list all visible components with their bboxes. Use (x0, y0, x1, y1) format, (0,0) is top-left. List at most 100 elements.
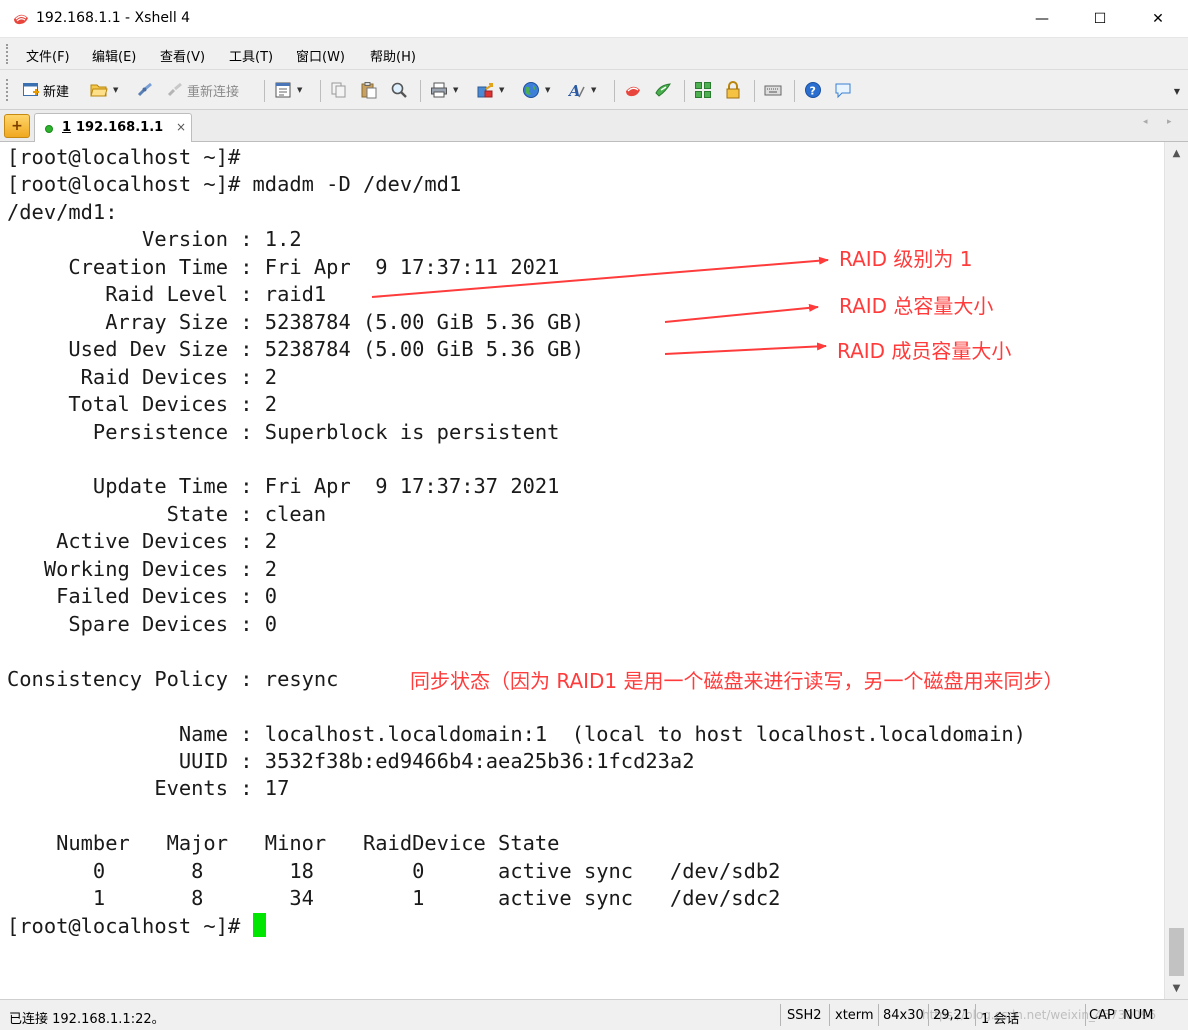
terminal-line: Failed Devices : 0 (7, 584, 278, 609)
connected-status-icon (45, 125, 53, 133)
terminal-line: ​ (7, 693, 1026, 720)
menu-window[interactable]: 窗口(W) (296, 46, 345, 65)
chat-bubble-icon (835, 83, 851, 99)
tab-scroll-right-icon[interactable]: ▸ (1167, 117, 1172, 127)
svg-text:?: ? (810, 85, 816, 98)
scroll-thumb[interactable] (1169, 928, 1184, 976)
transfer-button[interactable]: ▼ (476, 79, 504, 101)
tab-label: 192.168.1.1 (76, 120, 164, 135)
scroll-up-button[interactable]: ▲ (1165, 142, 1188, 164)
print-dropdown-icon[interactable]: ▼ (453, 86, 458, 94)
toolbar-separator (754, 80, 755, 102)
add-tab-button[interactable]: + (4, 114, 30, 138)
terminal-line: Raid Devices : 2 (7, 364, 278, 389)
terminal-cursor (252, 912, 266, 937)
open-session-button[interactable]: ▼ (90, 79, 118, 101)
tab-bar: + 1 192.168.1.1 × ◂ ▸ (0, 110, 1188, 142)
plus-icon: + (11, 118, 23, 134)
script-button[interactable]: ▼ (522, 79, 550, 101)
terminal-line: Events : 17 (7, 776, 290, 801)
properties-icon (275, 82, 291, 98)
toolbar-separator (794, 80, 795, 102)
terminal-line: UUID : 3532f38b:ed9466b4:aea25b36:1fcd23… (7, 748, 695, 773)
menu-help[interactable]: 帮助(H) (370, 46, 416, 65)
annotation-array-size: RAID 总容量大小 (839, 294, 994, 318)
terminal-line: 1 8 34 1 active sync /dev/sdc2 (7, 886, 781, 911)
status-separator (878, 1004, 879, 1026)
window-title: 192.168.1.1 - Xshell 4 (36, 10, 191, 26)
help-button[interactable]: ? (804, 79, 822, 101)
toolbar-overflow-icon[interactable]: ▼ (1174, 87, 1180, 96)
num-lock-status: NUM (1123, 1008, 1154, 1023)
menu-tools[interactable]: 工具(T) (229, 46, 273, 65)
fullscreen-button[interactable] (694, 79, 712, 101)
globe-icon (523, 82, 539, 98)
print-button[interactable]: ▼ (430, 79, 458, 101)
lock-button[interactable] (724, 79, 742, 101)
toolbar-grip[interactable] (6, 79, 10, 101)
terminal-prompt-line: [root@localhost ~]# (7, 912, 1026, 940)
annotation-consistency-policy: 同步状态（因为 RAID1 是用一个磁盘来进行读写，另一个磁盘用来同步） (410, 669, 1064, 693)
reconnect-button[interactable]: 重新连接 (166, 79, 239, 101)
copy-button[interactable] (330, 79, 348, 101)
minimize-icon: — (1035, 11, 1049, 27)
new-session-label: 新建 (43, 84, 70, 100)
menu-bar: 文件(F) 编辑(E) 查看(V) 工具(T) 窗口(W) 帮助(H) (0, 38, 1188, 70)
folder-open-icon (90, 84, 108, 97)
menu-view[interactable]: 查看(V) (160, 46, 205, 65)
terminal-line: 0 8 18 0 active sync /dev/sdb2 (7, 858, 781, 883)
xshell-icon (626, 86, 640, 97)
close-window-button[interactable]: ✕ (1129, 0, 1187, 38)
tab-number: 1 (62, 120, 72, 135)
title-bar: 192.168.1.1 - Xshell 4 — ☐ ✕ (0, 0, 1188, 38)
keyboard-button[interactable] (764, 79, 782, 101)
terminal-line: State : clean (7, 501, 327, 526)
fullscreen-icon (695, 82, 711, 98)
terminal-area[interactable]: [root@localhost ~]# [root@localhost ~]# m… (0, 142, 1164, 999)
chat-button[interactable] (834, 79, 852, 101)
menu-grip[interactable] (6, 44, 10, 64)
connection-status: 已连接 192.168.1.1:22。 (9, 1012, 165, 1027)
connect-button[interactable] (136, 79, 154, 101)
toolbar-separator (320, 80, 321, 102)
reconnect-label: 重新连接 (187, 84, 240, 100)
terminal-line: /dev/md1: (7, 199, 118, 224)
annotation-raid-level: RAID 级别为 1 (839, 247, 973, 271)
font-button[interactable]: A ▼ (568, 79, 596, 101)
tab-scroll-left-icon[interactable]: ◂ (1143, 117, 1148, 127)
terminal-type-status: xterm (835, 1008, 874, 1023)
tab-close-icon[interactable]: × (176, 120, 186, 134)
menu-file[interactable]: 文件(F) (26, 46, 70, 65)
scroll-down-button[interactable]: ▼ (1165, 977, 1188, 999)
terminal-line: Number Major Minor RaidDevice State (7, 831, 560, 856)
transfer-dropdown-icon[interactable]: ▼ (499, 86, 504, 94)
scroll-up-icon: ▲ (1172, 147, 1181, 159)
terminal-line: [root@localhost ~]# (7, 145, 241, 169)
xftp-button[interactable] (624, 79, 642, 101)
terminal-size-status: 84x30 (883, 1008, 924, 1023)
toolbar-separator (420, 80, 421, 102)
find-button[interactable] (390, 79, 408, 101)
status-separator (780, 1004, 781, 1026)
open-dropdown-icon[interactable]: ▼ (113, 86, 118, 94)
menu-edit[interactable]: 编辑(E) (92, 46, 136, 65)
terminal-line: Update Time : Fri Apr 9 17:37:37 2021 (7, 474, 560, 499)
new-session-button[interactable]: 新建 (22, 79, 69, 101)
properties-dropdown-icon[interactable]: ▼ (297, 86, 302, 94)
script-dropdown-icon[interactable]: ▼ (545, 86, 550, 94)
terminal-line: ​ (7, 803, 1026, 830)
font-dropdown-icon[interactable]: ▼ (591, 86, 596, 94)
toolbar-separator (614, 80, 615, 102)
keyboard-icon (764, 85, 782, 96)
minimize-button[interactable]: — (1013, 0, 1071, 38)
tab-session-1[interactable]: 1 192.168.1.1 × (34, 113, 192, 142)
maximize-button[interactable]: ☐ (1071, 0, 1129, 38)
terminal-scrollbar[interactable]: ▲ ▼ (1164, 142, 1188, 999)
xftp-transfer-button[interactable] (654, 79, 672, 101)
printer-icon (431, 82, 447, 98)
paste-button[interactable] (360, 79, 378, 101)
scroll-down-icon: ▼ (1172, 982, 1181, 994)
terminal-line: Active Devices : 2 (7, 529, 278, 554)
properties-button[interactable]: ▼ (274, 79, 302, 101)
toolbar: 新建 ▼ 重新连接 ▼ ▼ ▼ ▼ A ▼ ? ▼ (0, 70, 1188, 110)
